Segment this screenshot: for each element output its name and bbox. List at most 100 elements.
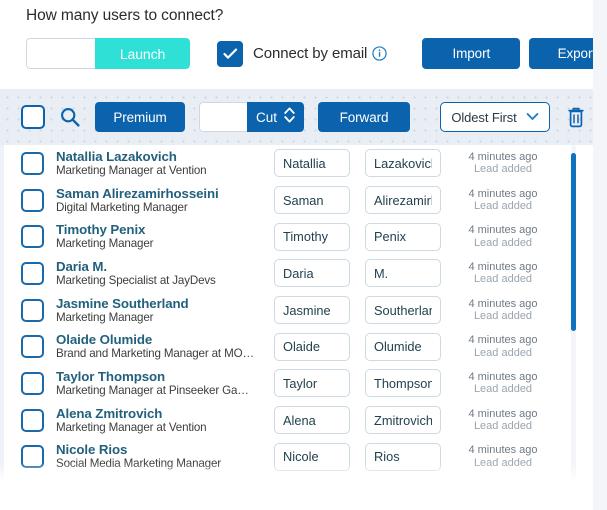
last-name-field[interactable] [365,149,441,178]
table-row[interactable]: Alena Zmitrovich Marketing Manager at Ven… [0,402,593,439]
connect-by-email-checkbox[interactable] [217,40,243,67]
row-checkbox[interactable] [21,225,44,249]
lead-identity: Natallia Lazakovich Marketing Manager at … [56,149,271,178]
lead-meta: 4 minutes ago Lead added [457,224,549,249]
first-name-field[interactable] [274,186,350,215]
table-row[interactable]: Timothy PenixMarketing Manager 4 minutes … [0,218,593,255]
lead-status: Lead added [473,420,533,433]
lead-meta: 4 minutes ago Lead added [457,408,549,433]
lead-status: Lead added [473,346,533,359]
chevron-down-icon [526,108,539,126]
last-name-field[interactable] [365,259,441,288]
table-row[interactable]: Saman Alirezamirhosseini Digital Marketin… [0,182,593,219]
user-count-input[interactable] [26,38,95,69]
last-name-field[interactable] [365,369,441,398]
list-toolbar: Premium Cut Forward Oldest First [0,89,593,145]
row-checkbox[interactable] [21,371,44,395]
table-row[interactable]: Jasmine SoutherlandMarketing Manager 4 mi… [0,292,593,329]
lead-status: Lead added [473,310,533,323]
row-checkbox[interactable] [21,151,44,175]
lead-subtitle: Marketing Manager at Vention [56,163,207,177]
first-name-field[interactable] [274,296,350,325]
cut-label: Cut [256,109,278,125]
trash-icon[interactable] [566,106,586,129]
row-checkbox[interactable] [21,408,44,432]
table-row[interactable]: Natallia Lazakovich Marketing Manager at … [0,145,593,182]
leads-list: Natallia Lazakovich Marketing Manager at … [0,145,593,483]
row-checkbox[interactable] [21,188,44,212]
lead-subtitle: Marketing Specialist at JayDevs [56,273,216,287]
lead-name: Taylor Thompson [56,368,166,384]
connect-by-email-group: Connect by email [217,40,387,67]
first-name-field[interactable] [274,332,350,361]
lead-timestamp: 4 minutes ago [468,297,538,310]
cut-input[interactable] [199,102,247,132]
lead-identity: Daria M. Marketing Specialist at JayDevs [56,259,271,288]
lead-identity: Nicole Rios Social Media Marketing Manage… [56,442,271,471]
select-all-checkbox[interactable] [21,105,45,129]
lead-subtitle: Brand and Marketing Manager at MO… [56,347,254,361]
lead-meta: 4 minutes ago Lead added [457,444,549,469]
first-name-field[interactable] [274,406,350,435]
lead-identity: Olaide Olumide Brand and Marketing Manage… [56,332,271,361]
list-scrollbar-thumb[interactable] [571,153,576,331]
cut-button[interactable]: Cut [247,102,305,132]
export-button[interactable]: Export [529,38,593,69]
launch-group: Launch [26,38,190,69]
page-title: How many users to connect? [26,7,224,24]
lead-status: Lead added [473,383,533,396]
row-checkbox[interactable] [21,298,44,322]
search-icon[interactable] [59,106,81,128]
lead-name: Timothy Penix [56,222,146,238]
last-name-field[interactable] [365,222,441,251]
first-name-field[interactable] [274,259,350,288]
table-row[interactable]: Taylor Thompson Marketing Manager at Pins… [0,365,593,402]
first-name-field[interactable] [274,149,350,178]
table-row[interactable]: Olaide Olumide Brand and Marketing Manage… [0,328,593,365]
lead-status: Lead added [473,163,533,176]
sort-order-value: Oldest First [451,109,517,125]
last-name-field[interactable] [365,442,441,471]
import-button[interactable]: Import [422,38,521,69]
lead-subtitle: Digital Marketing Manager [56,200,188,214]
lead-subtitle: Marketing Manager at Vention [56,420,207,434]
lead-timestamp: 4 minutes ago [468,370,538,383]
lead-meta: 4 minutes ago Lead added [457,188,549,213]
row-checkbox[interactable] [21,335,44,359]
lead-timestamp: 4 minutes ago [468,224,538,237]
connect-header: How many users to connect? Launch Connec… [0,0,593,88]
lead-subtitle: Marketing Manager at Pinseeker Ga… [56,383,249,397]
last-name-field[interactable] [365,332,441,361]
lead-timestamp: 4 minutes ago [468,260,538,273]
first-name-field[interactable] [274,442,350,471]
row-checkbox[interactable] [21,261,44,285]
lead-timestamp: 4 minutes ago [468,444,538,457]
lead-meta: 4 minutes ago Lead added [457,334,549,359]
lead-timestamp: 4 minutes ago [468,187,538,200]
lead-status: Lead added [473,273,533,286]
last-name-field[interactable] [365,296,441,325]
lead-name: Natallia Lazakovich [56,148,177,164]
leads-panel: How many users to connect? Launch Connec… [0,0,593,510]
premium-button[interactable]: Premium [95,102,185,132]
forward-button[interactable]: Forward [318,102,411,132]
lead-timestamp: 4 minutes ago [468,407,538,420]
leads-rows: Natallia Lazakovich Marketing Manager at … [0,145,593,475]
last-name-field[interactable] [365,406,441,435]
first-name-field[interactable] [274,369,350,398]
first-name-field[interactable] [274,222,350,251]
chevron-up-down-icon[interactable] [283,105,296,130]
lead-meta: 4 minutes ago Lead added [457,261,549,286]
row-checkbox[interactable] [21,445,44,469]
lead-identity: Alena Zmitrovich Marketing Manager at Ven… [56,406,271,435]
lead-name: Jasmine Southerland [56,295,189,311]
launch-button[interactable]: Launch [95,38,190,69]
table-row[interactable]: Nicole Rios Social Media Marketing Manage… [0,439,593,476]
table-row[interactable]: Daria M.Marketing Specialist at JayDevs 4… [0,255,593,292]
lead-subtitle: Social Media Marketing Manager [56,457,221,471]
connect-by-email-label: Connect by email [253,45,368,62]
info-circle-icon[interactable] [372,46,387,61]
last-name-field[interactable] [365,186,441,215]
lead-timestamp: 4 minutes ago [468,334,538,347]
sort-order-select[interactable]: Oldest First [440,102,551,132]
